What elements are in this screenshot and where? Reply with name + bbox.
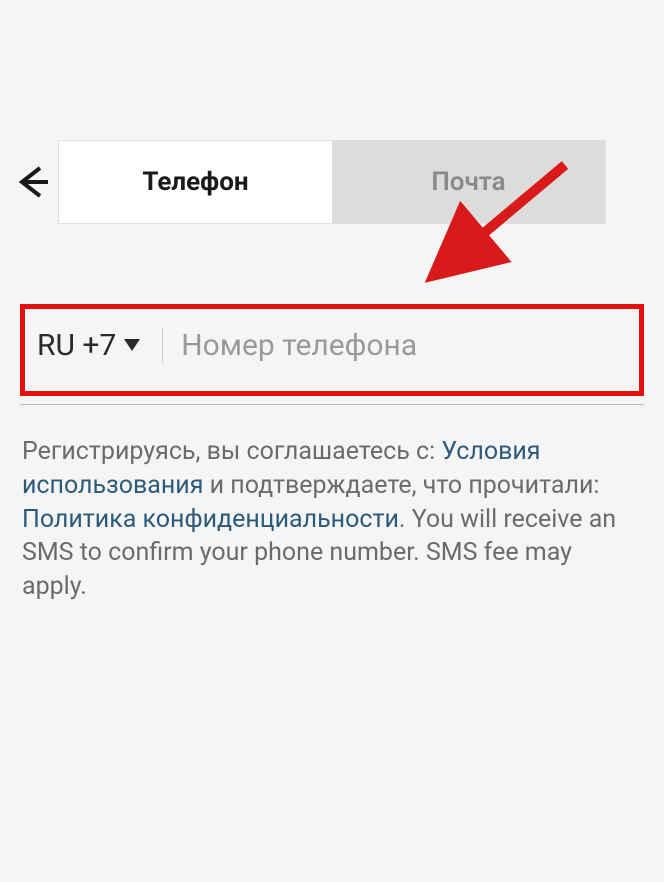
tab-email-label: Почта	[431, 167, 505, 197]
tab-phone-label: Телефон	[142, 167, 248, 197]
back-button[interactable]	[10, 160, 54, 208]
country-code-selector[interactable]: RU +7	[37, 328, 140, 363]
input-divider	[162, 327, 163, 363]
legal-text-part2: и подтверждаете, что прочитали:	[203, 471, 599, 500]
phone-input-highlight: RU +7 Номер телефона	[20, 304, 644, 396]
back-arrow-icon	[10, 160, 54, 204]
horizontal-divider	[20, 404, 644, 405]
country-code-label: RU +7	[37, 328, 116, 363]
signup-tabs: Телефон Почта	[58, 140, 606, 224]
tab-phone[interactable]: Телефон	[59, 141, 332, 223]
privacy-link[interactable]: Политика конфиденциальности	[22, 505, 399, 534]
phone-number-input[interactable]: Номер телефона	[181, 328, 627, 363]
legal-text-part1: Регистрируясь, вы соглашаетесь с:	[22, 437, 441, 466]
tab-email[interactable]: Почта	[332, 141, 605, 223]
legal-disclaimer: Регистрируясь, вы соглашаетесь с: Услови…	[22, 435, 642, 604]
chevron-down-icon	[124, 339, 140, 351]
